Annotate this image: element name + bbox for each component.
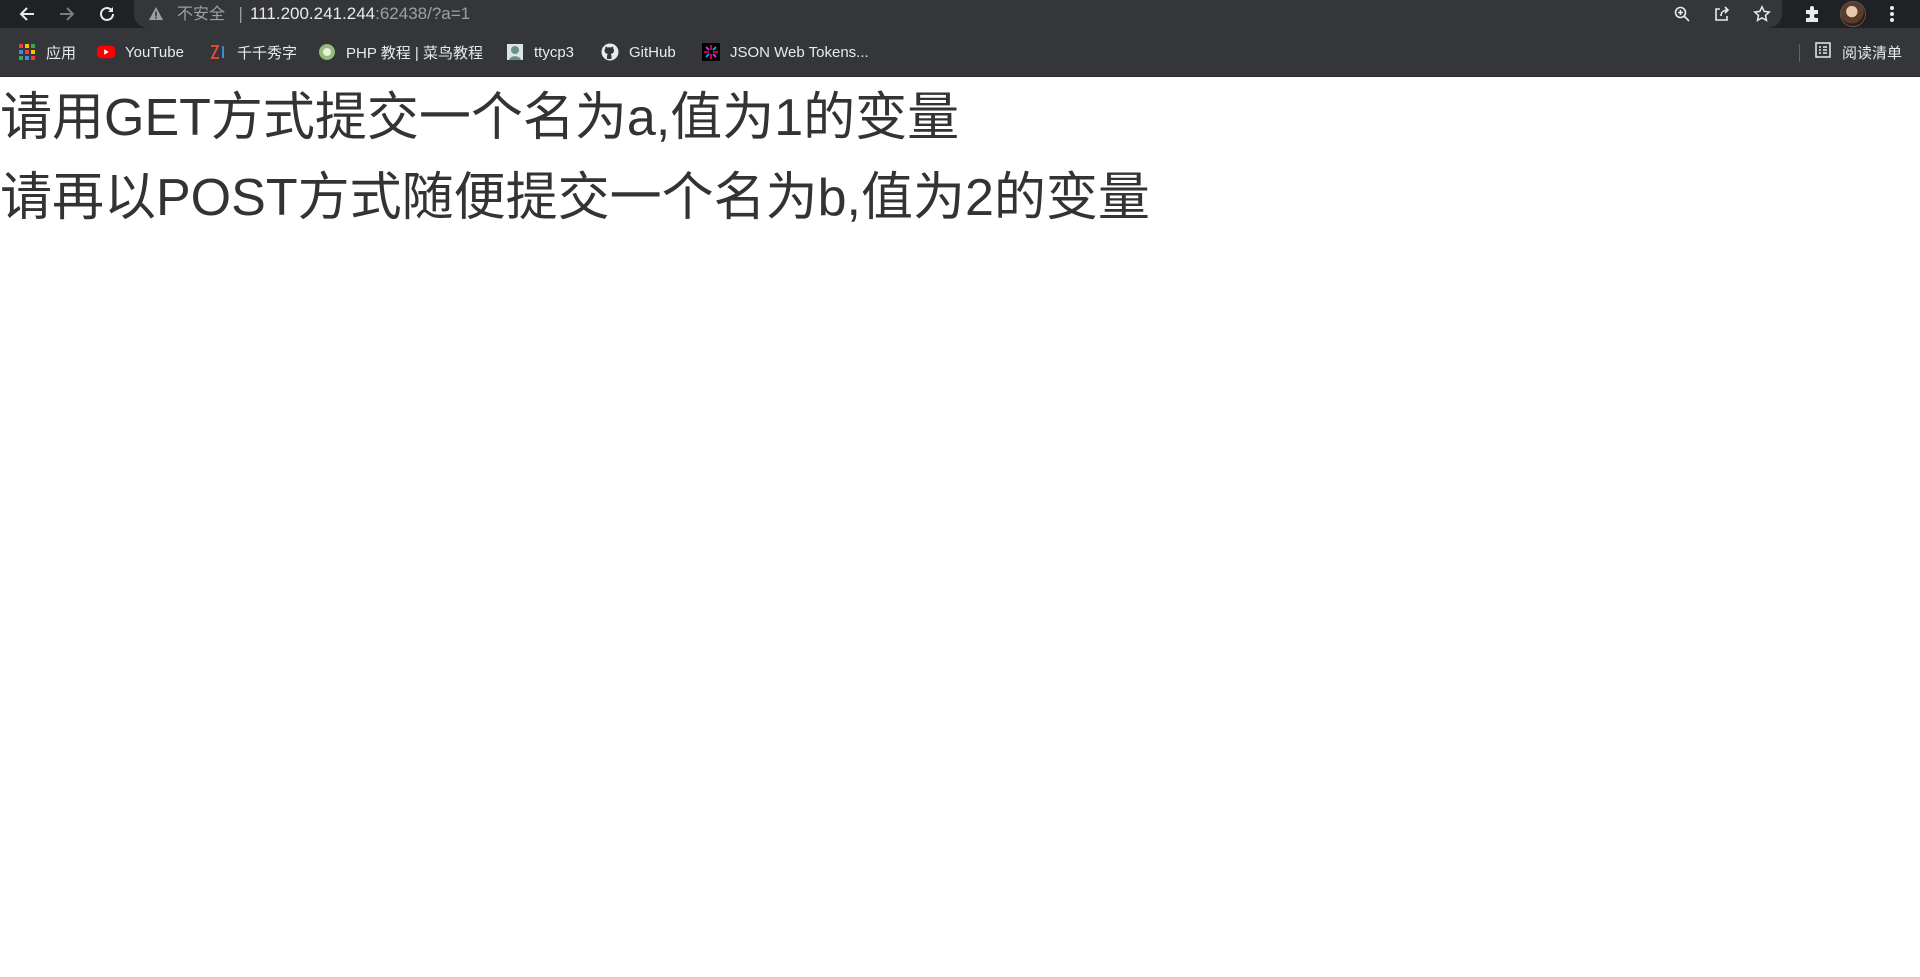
bookmark-qianqian[interactable]: 千千秀字 — [209, 41, 297, 63]
url-host: 111.200.241.244 — [250, 4, 376, 23]
bookmarks-bar: 应用 YouTube 千千秀字 PHP 教程 | 菜鸟教程 ttycp3 Git… — [0, 28, 1920, 77]
youtube-icon — [97, 43, 115, 61]
page-content: 请用GET方式提交一个名为a,值为1的变量 请再以POST方式随便提交一个名为b… — [0, 78, 1920, 238]
qianqian-icon — [209, 43, 227, 61]
security-label[interactable]: 不安全 — [177, 4, 225, 24]
url-text[interactable]: 111.200.241.244:62438/?a=1 — [250, 4, 470, 24]
extensions-icon — [1806, 6, 1818, 22]
forward-button[interactable] — [50, 0, 84, 28]
bookmarks-divider — [1799, 44, 1800, 62]
url-rest: :62438/?a=1 — [375, 4, 471, 23]
url-separator: | — [238, 4, 244, 23]
bookmark-github[interactable]: GitHub — [601, 41, 676, 63]
zoom-icon — [1674, 6, 1690, 22]
reading-list-button[interactable]: 阅读清单 — [1814, 41, 1902, 63]
bookmark-label: GitHub — [629, 43, 676, 61]
bookmark-label: JSON Web Tokens... — [730, 43, 869, 61]
instruction-line-post: 请再以POST方式随便提交一个名为b,值为2的变量 — [0, 169, 1150, 227]
back-button[interactable] — [10, 0, 44, 28]
bookmark-youtube[interactable]: YouTube — [97, 41, 184, 63]
bookmark-label: PHP 教程 | 菜鸟教程 — [346, 44, 483, 62]
zoom-button[interactable] — [1672, 4, 1692, 24]
avatar[interactable] — [1840, 1, 1866, 27]
bookmark-label: 千千秀字 — [237, 44, 298, 62]
star-icon — [1753, 5, 1771, 22]
extensions-button[interactable] — [1801, 4, 1823, 24]
menu-icon — [1890, 6, 1894, 22]
reload-icon — [100, 6, 114, 21]
bookmark-runoob[interactable]: PHP 教程 | 菜鸟教程 — [318, 41, 483, 63]
share-icon — [1715, 6, 1730, 21]
forward-icon — [60, 7, 75, 21]
reading-list-icon — [1814, 41, 1832, 63]
bookmark-label: ttycp3 — [534, 43, 575, 61]
bookmark-jwt[interactable]: JSON Web Tokens... — [702, 41, 869, 63]
address-bar[interactable]: 不安全 | 111.200.241.244:62438/?a=1 — [134, 0, 1782, 28]
ttycp3-icon — [506, 43, 524, 61]
bookmark-ttycp3[interactable]: ttycp3 — [506, 41, 574, 63]
menu-button[interactable] — [1886, 4, 1898, 24]
reload-button[interactable] — [90, 0, 124, 28]
reading-list-label: 阅读清单 — [1841, 43, 1902, 62]
bookmark-label: YouTube — [125, 43, 184, 61]
runoob-icon — [318, 43, 336, 61]
instruction-line-get: 请用GET方式提交一个名为a,值为1的变量 — [0, 89, 960, 147]
back-icon — [19, 7, 34, 21]
github-icon — [601, 43, 619, 61]
share-button[interactable] — [1712, 4, 1732, 24]
browser-toolbar: 不安全 | 111.200.241.244:62438/?a=1 — [0, 0, 1920, 28]
bookmark-label: 应用 — [46, 44, 77, 62]
jwt-icon — [702, 43, 720, 61]
bookmark-star-button[interactable] — [1752, 4, 1772, 24]
bookmark-apps[interactable]: 应用 — [18, 41, 76, 63]
apps-grid-icon — [18, 43, 36, 61]
warning-icon[interactable] — [148, 6, 164, 22]
